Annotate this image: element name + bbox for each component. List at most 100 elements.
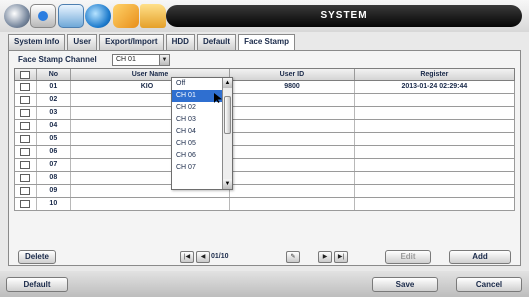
row-register: 2013-01-24 02:29:44 [401,83,468,90]
tab-export-import[interactable]: Export/Import [99,34,164,50]
row-select[interactable] [15,172,37,184]
row-select[interactable] [15,159,37,171]
row-no: 07 [37,159,71,171]
table-row[interactable]: 08 [14,172,515,185]
row-checkbox[interactable] [20,109,31,117]
first-page-icon[interactable]: |◀ [180,251,194,263]
tab-hdd[interactable]: HDD [165,34,195,50]
row-no: 08 [37,172,71,184]
row-checkbox[interactable] [20,174,31,182]
save-button[interactable]: Save [372,277,438,292]
row-no: 06 [37,146,71,158]
delete-button[interactable]: Delete [18,250,56,264]
row-select[interactable] [15,94,37,106]
tab-system-info[interactable]: System Info [8,34,66,50]
default-button[interactable]: Default [6,277,68,292]
scroll-thumb[interactable] [224,96,231,134]
face-stamp-channel-label: Face Stamp Channel [18,55,97,64]
row-user-id [230,107,355,119]
row-user-id [230,94,355,106]
table-row[interactable]: 05 [14,133,515,146]
row-checkbox[interactable] [20,148,31,156]
tab-face-stamp[interactable]: Face Stamp [238,34,295,51]
row-select[interactable] [15,81,37,93]
table-row[interactable]: 02 [14,94,515,107]
scroll-down-icon[interactable]: ▼ [223,179,232,189]
row-select[interactable] [15,185,37,197]
record-disk-icon[interactable] [58,4,84,28]
camera-icon[interactable] [30,4,56,28]
dropdown-scrollbar[interactable]: ▲ ▼ [222,78,232,189]
row-checkbox[interactable] [20,96,31,104]
face-stamp-channel-select[interactable]: CH 01 ▼ [112,54,170,66]
tab-default[interactable]: Default [196,34,237,50]
row-user-id [230,198,355,210]
row-register [355,185,514,197]
table-row[interactable]: 01 KIO 9800 2013-01-24 02:29:44 [14,81,515,94]
row-select[interactable] [15,146,37,158]
tab-bar: System Info User Export/Import HDD Defau… [8,34,297,51]
row-no: 05 [37,133,71,145]
row-register [355,159,514,171]
table-row[interactable]: 06 [14,146,515,159]
page-indicator: 01/10 [211,253,229,260]
tab-user[interactable]: User [67,34,98,50]
table-row[interactable]: 09 [14,185,515,198]
row-register [355,107,514,119]
row-user-id [230,159,355,171]
row-checkbox[interactable] [20,83,31,91]
tools-icon[interactable] [113,4,139,28]
table-row[interactable]: 07 [14,159,515,172]
row-register [355,94,514,106]
header-no: No [37,69,71,80]
row-register [355,146,514,158]
edit-button[interactable]: Edit [385,250,431,264]
setup-gear-icon[interactable] [4,4,30,28]
table-body: 01 KIO 9800 2013-01-24 02:29:44 02 03 04 05 06 07… [14,81,515,211]
channel-dropdown-list[interactable]: Off CH 01 CH 02 CH 03 CH 04 CH 05 CH 06 CH 07 ▲… [171,77,233,190]
row-register [355,198,514,210]
add-button[interactable]: Add [449,250,511,264]
row-user-id [230,185,355,197]
folder-icon[interactable] [140,4,166,28]
row-register [355,120,514,132]
scroll-up-icon[interactable]: ▲ [223,78,232,88]
cancel-button[interactable]: Cancel [456,277,522,292]
row-checkbox[interactable] [20,135,31,143]
header-select[interactable] [15,69,37,80]
row-user-id: 9800 [230,81,355,93]
prev-page-icon[interactable]: ◀ [196,251,210,263]
row-user-id [230,133,355,145]
row-checkbox[interactable] [20,161,31,169]
row-select[interactable] [15,133,37,145]
row-checkbox[interactable] [20,200,31,208]
row-no: 09 [37,185,71,197]
edit-pencil-icon[interactable]: ✎ [286,251,300,263]
channel-select-value: CH 01 [116,56,136,63]
row-user-id [230,146,355,158]
row-checkbox[interactable] [20,122,31,130]
row-no: 03 [37,107,71,119]
row-select[interactable] [15,198,37,210]
row-user-name [71,198,231,210]
last-page-icon[interactable]: ▶| [334,251,348,263]
face-stamp-table: No User Name User ID Register 01 KIO 9800 2… [14,68,515,211]
next-page-icon[interactable]: ▶ [318,251,332,263]
row-select[interactable] [15,120,37,132]
row-no: 04 [37,120,71,132]
window-title: SYSTEM [166,5,522,27]
chevron-down-icon[interactable]: ▼ [159,55,169,65]
top-menu-bar: SYSTEM [0,0,529,32]
table-row[interactable]: 04 [14,120,515,133]
table-row[interactable]: 10 [14,198,515,211]
header-register: Register [420,71,449,78]
row-select[interactable] [15,107,37,119]
row-no: 01 [37,81,71,93]
network-globe-icon[interactable] [85,4,111,28]
row-checkbox[interactable] [20,187,31,195]
row-user-id [230,172,355,184]
row-register [355,172,514,184]
table-row[interactable]: 03 [14,107,515,120]
select-all-checkbox[interactable] [20,71,31,79]
row-no: 10 [37,198,71,210]
